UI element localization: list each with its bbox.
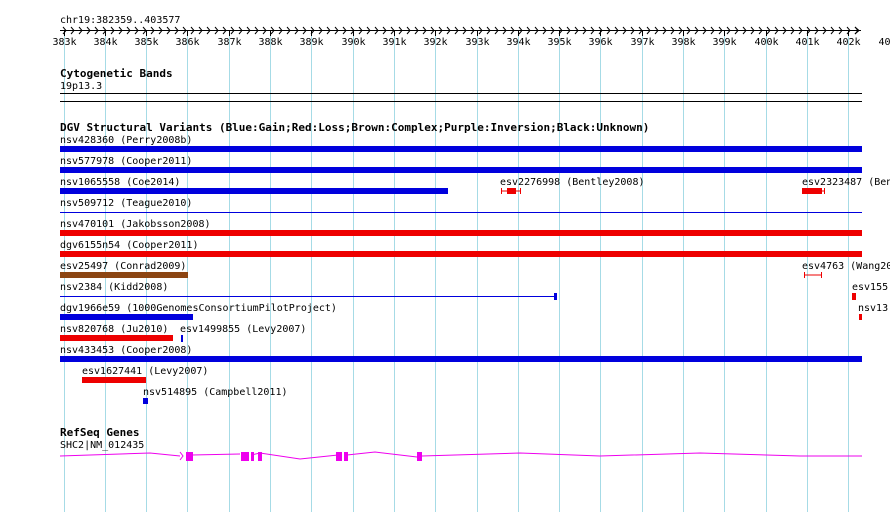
gene-exon	[258, 452, 262, 461]
variant-bar	[60, 167, 862, 173]
gene-label[interactable]: SHC2|NM_012435	[60, 440, 144, 451]
variant-bar	[82, 377, 146, 383]
variant-bar	[852, 293, 856, 300]
variant-bar	[181, 335, 183, 342]
variant-bar	[60, 251, 862, 257]
variant-bar	[60, 146, 862, 152]
gene-exon	[251, 452, 254, 461]
variant-end-mark	[554, 293, 557, 300]
variant-bar	[60, 335, 173, 341]
refseq-track-title: RefSeq Genes	[60, 426, 140, 439]
variant-bar	[143, 398, 148, 404]
gene-exon	[186, 452, 193, 461]
gene-exon	[241, 452, 249, 461]
variant-bar	[60, 188, 448, 194]
variant-bar	[507, 188, 516, 194]
gene-exon	[417, 452, 422, 461]
gene-strand-arrow	[179, 451, 184, 461]
variant-bar	[60, 272, 188, 278]
gene-exon	[336, 452, 342, 461]
variant-bar	[60, 356, 862, 362]
gene-exon	[344, 452, 348, 461]
genome-browser-panel: chr19:382359..403577 383k 384k 385k 386k 387…	[0, 0, 890, 512]
variant-bar	[802, 188, 822, 194]
variant-bar	[859, 314, 862, 320]
variant-bar	[60, 230, 862, 236]
variant-bar	[60, 314, 193, 320]
